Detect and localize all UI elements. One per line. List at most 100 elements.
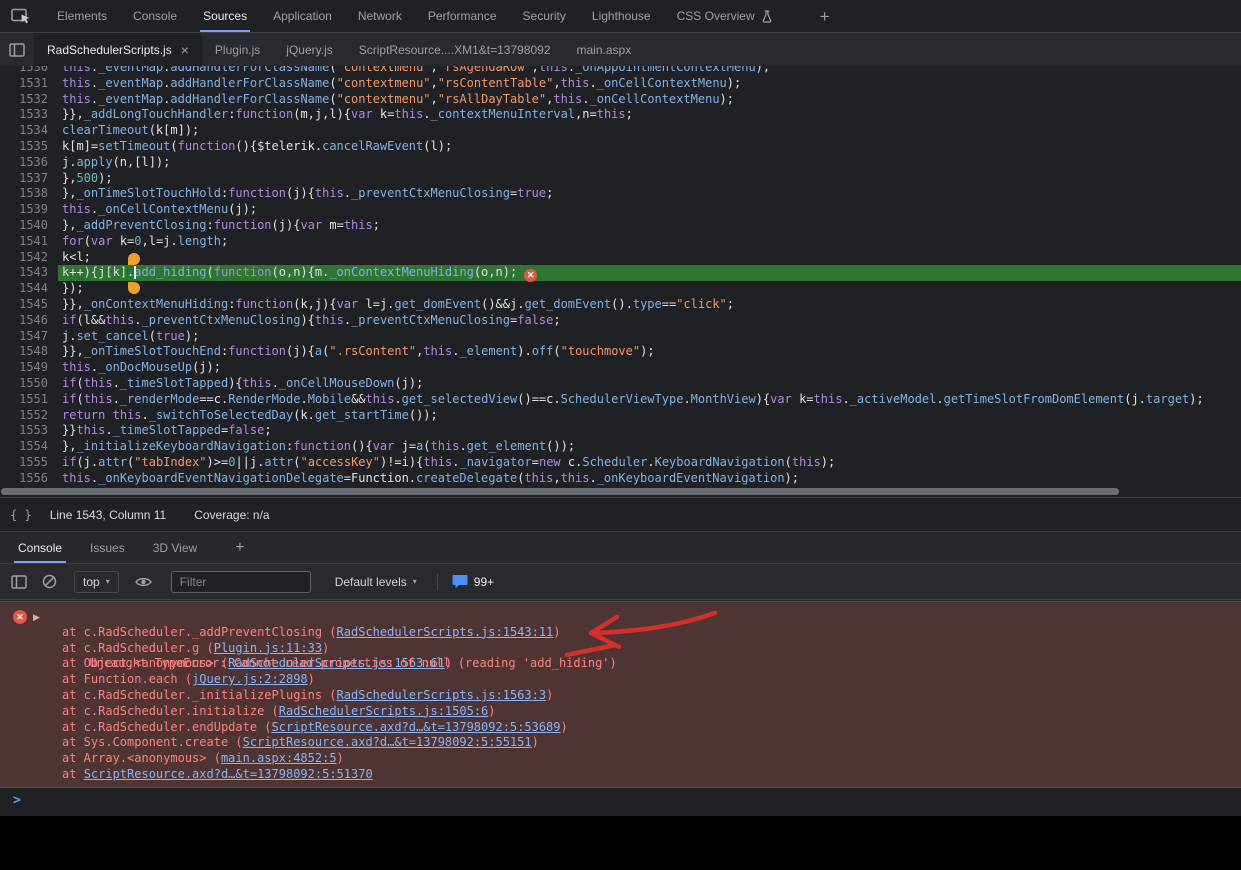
- stack-frame-link[interactable]: RadSchedulerScripts.js:1505:6: [279, 704, 489, 718]
- line-number[interactable]: 1547: [0, 329, 58, 345]
- code-line[interactable]: 1551if(this._renderMode==c.RenderMode.Mo…: [0, 392, 1241, 408]
- issues-counter[interactable]: 99+: [452, 574, 494, 589]
- file-tab-jquery-js[interactable]: jQuery.js: [273, 33, 345, 66]
- line-number[interactable]: 1546: [0, 313, 58, 329]
- code-line[interactable]: 1536j.apply(n,[l]);: [0, 155, 1241, 171]
- stack-frame-link[interactable]: main.aspx:4852:5: [221, 751, 337, 765]
- panel-tab-application[interactable]: Application: [260, 0, 345, 32]
- drawer-tab-3d-view[interactable]: 3D View: [139, 532, 211, 563]
- panel-tab-console[interactable]: Console: [120, 0, 190, 32]
- line-number[interactable]: 1535: [0, 139, 58, 155]
- code-line[interactable]: 1555if(j.attr("tabIndex")>=0||j.attr("ac…: [0, 455, 1241, 471]
- stack-frame-link[interactable]: ScriptResource.axd?d…&t=13798092:5:51370: [84, 767, 373, 781]
- line-number[interactable]: 1550: [0, 376, 58, 392]
- line-number[interactable]: 1553: [0, 423, 58, 439]
- console-filter-input[interactable]: [171, 571, 311, 593]
- code-line[interactable]: 1546if(l&&this._preventCtxMenuClosing){t…: [0, 313, 1241, 329]
- stack-frame-suffix: ): [322, 641, 329, 655]
- log-levels-dropdown[interactable]: Default levels ▾: [329, 571, 423, 593]
- line-number[interactable]: 1555: [0, 455, 58, 471]
- code-line[interactable]: 1554},_initializeKeyboardNavigation:func…: [0, 439, 1241, 455]
- line-number[interactable]: 1532: [0, 92, 58, 108]
- scrollbar-thumb[interactable]: [1, 488, 1119, 495]
- inspect-cursor-icon[interactable]: [8, 3, 34, 29]
- line-number[interactable]: 1541: [0, 234, 58, 250]
- stack-frame-link[interactable]: jQuery.js:2:2898: [192, 672, 308, 686]
- stack-frame-link[interactable]: RadSchedulerScripts.js:1543:11: [337, 625, 554, 639]
- context-selector[interactable]: top ▾: [74, 571, 119, 593]
- code-line[interactable]: 1531this._eventMap.addHandlerForClassNam…: [0, 76, 1241, 92]
- panel-tab-lighthouse[interactable]: Lighthouse: [579, 0, 664, 32]
- line-number[interactable]: 1551: [0, 392, 58, 408]
- code-line[interactable]: 1542k<l;: [0, 250, 1241, 266]
- code-line[interactable]: 1549this._onDocMouseUp(j);: [0, 360, 1241, 376]
- code-line[interactable]: 1552return this._switchToSelectedDay(k.g…: [0, 408, 1241, 424]
- panel-tab-security[interactable]: Security: [510, 0, 579, 32]
- stack-frame-link[interactable]: RadSchedulerScripts.js:1563:3: [337, 688, 547, 702]
- console-sidebar-toggle-icon[interactable]: [6, 569, 32, 595]
- line-number[interactable]: 1534: [0, 123, 58, 139]
- drawer-tab-issues[interactable]: Issues: [76, 532, 139, 563]
- panel-tab-css-overview[interactable]: CSS Overview: [664, 0, 786, 32]
- code-line[interactable]: 1535k[m]=setTimeout(function(){$telerik.…: [0, 139, 1241, 155]
- code-line[interactable]: 1543k++){j[k].add_hiding(function(o,n){m…: [0, 265, 1241, 281]
- stack-frame-link[interactable]: Plugin.js:11:33: [214, 641, 322, 655]
- navigator-toggle-icon[interactable]: [0, 33, 34, 66]
- console-prompt-row[interactable]: >: [0, 789, 1241, 816]
- line-number[interactable]: 1537: [0, 171, 58, 187]
- code-line[interactable]: 1548}},_onTimeSlotTouchEnd:function(j){a…: [0, 344, 1241, 360]
- line-number[interactable]: 1542: [0, 250, 58, 266]
- code-line[interactable]: 1538},_onTimeSlotTouchHold:function(j){t…: [0, 186, 1241, 202]
- stack-frame-link[interactable]: ScriptResource.axd?d…&t=13798092:5:53689: [272, 720, 561, 734]
- line-number[interactable]: 1530: [0, 66, 58, 76]
- code-line[interactable]: 1533}},_addLongTouchHandler:function(m,j…: [0, 107, 1241, 123]
- panel-tab-label: CSS Overview: [677, 9, 755, 23]
- code-line[interactable]: 1547j.set_cancel(true);: [0, 329, 1241, 345]
- code-line[interactable]: 1544});: [0, 281, 1241, 297]
- file-tab-main-aspx[interactable]: main.aspx: [564, 33, 645, 66]
- more-panels-icon[interactable]: +: [820, 8, 830, 25]
- code-line[interactable]: 1532this._eventMap.addHandlerForClassNam…: [0, 92, 1241, 108]
- code-line[interactable]: 1550if(this._timeSlotTapped){this._onCel…: [0, 376, 1241, 392]
- code-line[interactable]: 1534clearTimeout(k[m]);: [0, 123, 1241, 139]
- stack-frame-link[interactable]: ScriptResource.axd?d…&t=13798092:5:55151: [243, 735, 532, 749]
- line-number[interactable]: 1543: [0, 265, 58, 281]
- line-number[interactable]: 1536: [0, 155, 58, 171]
- pretty-print-button[interactable]: { }: [10, 508, 32, 522]
- code-line[interactable]: 1540},_addPreventClosing:function(j){var…: [0, 218, 1241, 234]
- panel-tab-sources[interactable]: Sources: [190, 0, 260, 32]
- file-tab-plugin-js[interactable]: Plugin.js: [202, 33, 273, 66]
- line-number[interactable]: 1545: [0, 297, 58, 313]
- line-number[interactable]: 1540: [0, 218, 58, 234]
- file-tab-scriptresource-xm1-t-13798092[interactable]: ScriptResource....XM1&t=13798092: [346, 33, 564, 66]
- panel-tab-performance[interactable]: Performance: [415, 0, 510, 32]
- drawer-tab-console[interactable]: Console: [4, 532, 76, 563]
- source-editor[interactable]: 1530this._eventMap.addHandlerForClassNam…: [0, 66, 1241, 486]
- line-number[interactable]: 1533: [0, 107, 58, 123]
- code-line[interactable]: 1541for(var k=0,l=j.length;: [0, 234, 1241, 250]
- line-number[interactable]: 1549: [0, 360, 58, 376]
- code-line[interactable]: 1556this._onKeyboardEventNavigationDeleg…: [0, 471, 1241, 486]
- panel-tab-elements[interactable]: Elements: [44, 0, 120, 32]
- line-number[interactable]: 1554: [0, 439, 58, 455]
- close-tab-icon[interactable]: ×: [181, 43, 189, 57]
- panel-tab-network[interactable]: Network: [345, 0, 415, 32]
- line-number[interactable]: 1539: [0, 202, 58, 218]
- code-line[interactable]: 1539this._onCellContextMenu(j);: [0, 202, 1241, 218]
- file-tab-radschedulerscripts-js[interactable]: RadSchedulerScripts.js×: [34, 33, 202, 66]
- line-number[interactable]: 1548: [0, 344, 58, 360]
- horizontal-scrollbar[interactable]: [0, 486, 1241, 497]
- more-drawer-tabs-icon[interactable]: +: [235, 540, 244, 556]
- line-number[interactable]: 1544: [0, 281, 58, 297]
- clear-console-icon[interactable]: [36, 569, 62, 595]
- code-line[interactable]: 1537},500);: [0, 171, 1241, 187]
- line-number[interactable]: 1552: [0, 408, 58, 424]
- live-expression-eye-icon[interactable]: [131, 569, 157, 595]
- line-number[interactable]: 1531: [0, 76, 58, 92]
- line-number[interactable]: 1538: [0, 186, 58, 202]
- code-line[interactable]: 1545}},_onContextMenuHiding:function(k,j…: [0, 297, 1241, 313]
- code-line[interactable]: 1530this._eventMap.addHandlerForClassNam…: [0, 66, 1241, 76]
- expand-triangle-icon[interactable]: ▶: [33, 610, 40, 626]
- code-line[interactable]: 1553}}this._timeSlotTapped=false;: [0, 423, 1241, 439]
- line-number[interactable]: 1556: [0, 471, 58, 486]
